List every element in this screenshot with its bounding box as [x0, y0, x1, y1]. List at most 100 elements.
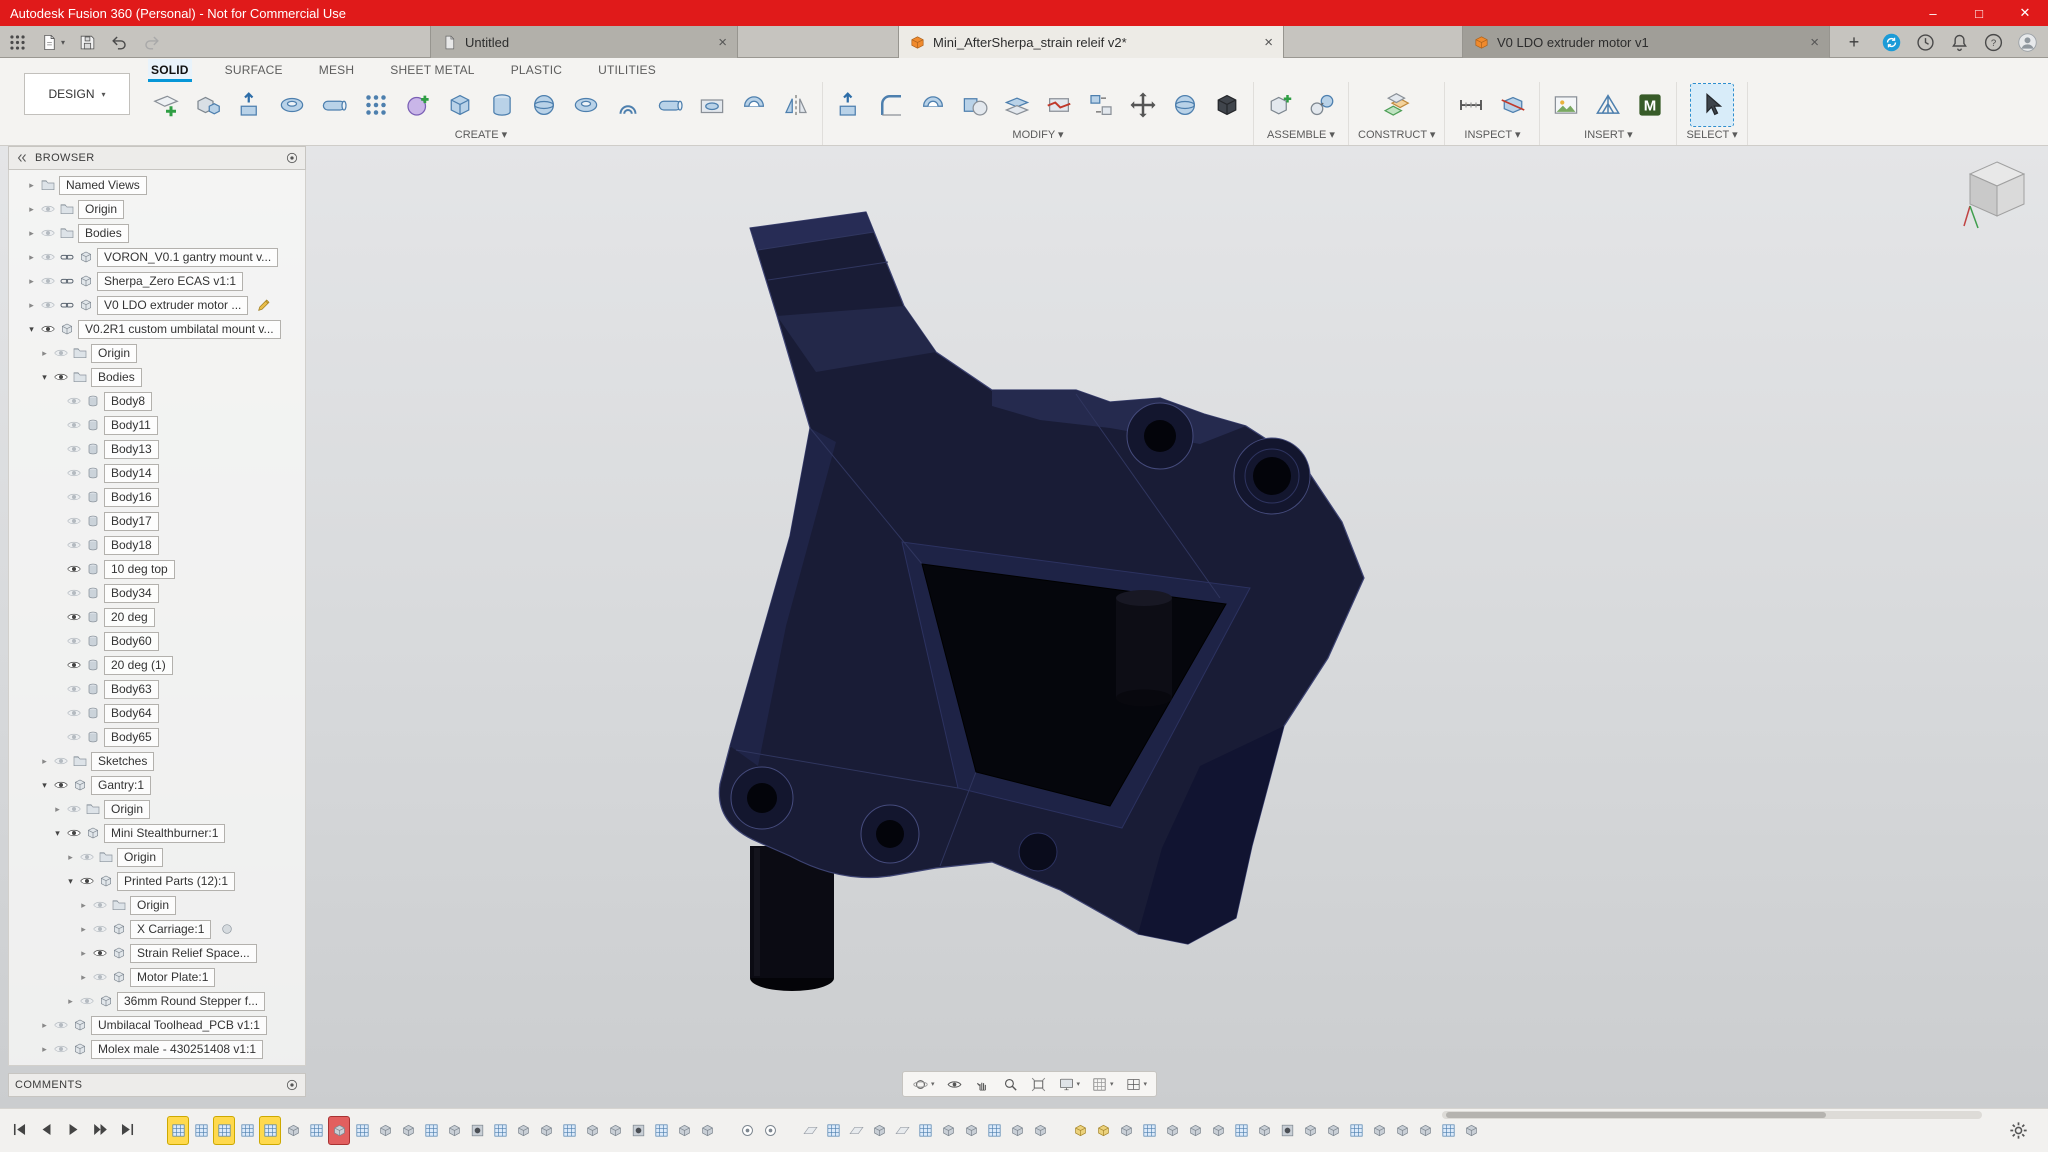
- timeline-feature-sketch[interactable]: [168, 1117, 188, 1144]
- visibility-toggle[interactable]: [53, 753, 69, 769]
- visibility-toggle[interactable]: [66, 585, 82, 601]
- canvas-tool[interactable]: [1545, 84, 1587, 126]
- browser-row[interactable]: ▾Gantry:1: [9, 773, 305, 797]
- timeline-feature-feature[interactable]: [536, 1117, 556, 1144]
- timeline-feature-plane[interactable]: [800, 1117, 820, 1144]
- expand-toggle[interactable]: ▸: [26, 204, 37, 215]
- minimize-button[interactable]: –: [1910, 0, 1956, 26]
- browser-row[interactable]: ▾Bodies: [9, 365, 305, 389]
- timeline-feature-feature[interactable]: [1208, 1117, 1228, 1144]
- expand-toggle[interactable]: ▾: [52, 828, 63, 839]
- visibility-toggle[interactable]: [53, 1017, 69, 1033]
- group-dropdown-create[interactable]: CREATE ▾: [145, 127, 817, 145]
- timeline-feature-sketch[interactable]: [352, 1117, 372, 1144]
- timeline-feature-feature[interactable]: [697, 1117, 717, 1144]
- timeline-feature-sketch[interactable]: [915, 1117, 935, 1144]
- box-tool[interactable]: [439, 84, 481, 126]
- timeline-feature-hole[interactable]: [1277, 1117, 1297, 1144]
- timeline-feature-feature[interactable]: [283, 1117, 303, 1144]
- redo-button[interactable]: [142, 33, 161, 52]
- browser-row[interactable]: Body18: [9, 533, 305, 557]
- timeline-feature-feature[interactable]: [444, 1117, 464, 1144]
- browser-row[interactable]: ▸36mm Round Stepper f...: [9, 989, 305, 1013]
- select-tool[interactable]: [1691, 84, 1733, 126]
- timeline-feature-sketch[interactable]: [984, 1117, 1004, 1144]
- combine-tool[interactable]: [954, 84, 996, 126]
- visibility-toggle[interactable]: [66, 681, 82, 697]
- document-tab[interactable]: V0 LDO extruder motor v1×: [1462, 26, 1830, 58]
- visibility-toggle[interactable]: [66, 705, 82, 721]
- visibility-toggle[interactable]: [92, 921, 108, 937]
- browser-row[interactable]: Body64: [9, 701, 305, 725]
- tab-close-button[interactable]: ×: [712, 34, 727, 51]
- expand-toggle[interactable]: ▸: [65, 996, 76, 1007]
- visibility-toggle[interactable]: [66, 825, 82, 841]
- visibility-toggle[interactable]: [66, 801, 82, 817]
- grid-and-snaps-button[interactable]: ▾: [1087, 1072, 1118, 1096]
- shell-tool[interactable]: [912, 84, 954, 126]
- expand-toggle[interactable]: ▸: [78, 972, 89, 983]
- expand-toggle[interactable]: ▸: [26, 276, 37, 287]
- create-sketch-tool[interactable]: [145, 84, 187, 126]
- browser-row[interactable]: Body16: [9, 485, 305, 509]
- mirror-tool[interactable]: [775, 84, 817, 126]
- timeline-feature-comp[interactable]: [1093, 1117, 1113, 1144]
- timeline-feature-feature[interactable]: [1162, 1117, 1182, 1144]
- cylinder-tool[interactable]: [481, 84, 523, 126]
- help-button[interactable]: ?: [1983, 32, 2004, 53]
- browser-row[interactable]: Body63: [9, 677, 305, 701]
- timeline-scrollbar-track[interactable]: [1442, 1111, 1982, 1119]
- expand-toggle[interactable]: ▸: [26, 180, 37, 191]
- create-form-tool[interactable]: [397, 84, 439, 126]
- visibility-toggle[interactable]: [40, 249, 56, 265]
- model-3d[interactable]: [640, 206, 1370, 1006]
- pipe-tool[interactable]: [649, 84, 691, 126]
- visibility-toggle[interactable]: [66, 441, 82, 457]
- browser-row[interactable]: ▸Origin: [9, 341, 305, 365]
- tab-close-button[interactable]: ×: [1804, 34, 1819, 51]
- torus-tool[interactable]: [565, 84, 607, 126]
- browser-row[interactable]: ▾Mini Stealthburner:1: [9, 821, 305, 845]
- browser-row[interactable]: Body60: [9, 629, 305, 653]
- timeline-feature-joint[interactable]: [737, 1117, 757, 1144]
- expand-toggle[interactable]: ▸: [26, 228, 37, 239]
- expand-toggle[interactable]: ▸: [39, 1044, 50, 1055]
- align-tool[interactable]: [1080, 84, 1122, 126]
- timeline-feature-feature[interactable]: [513, 1117, 533, 1144]
- visibility-toggle[interactable]: [92, 945, 108, 961]
- browser-row[interactable]: ▸Origin: [9, 197, 305, 221]
- timeline-feature-feature[interactable]: [1369, 1117, 1389, 1144]
- app-launcher-button[interactable]: [8, 33, 27, 52]
- browser-row[interactable]: ▸Umbilacal Toolhead_PCB v1:1: [9, 1013, 305, 1037]
- workspace-selector[interactable]: DESIGN ▾: [24, 73, 130, 115]
- physical-material-tool[interactable]: [1164, 84, 1206, 126]
- visibility-toggle[interactable]: [92, 897, 108, 913]
- visibility-toggle[interactable]: [66, 729, 82, 745]
- expand-toggle[interactable]: ▸: [39, 756, 50, 767]
- ribbon-tab-mesh[interactable]: MESH: [316, 59, 357, 82]
- browser-row[interactable]: 20 deg (1): [9, 653, 305, 677]
- go-to-end-button[interactable]: [118, 1120, 137, 1139]
- browser-row[interactable]: ▸X Carriage:1: [9, 917, 305, 941]
- document-tab[interactable]: Untitled×: [430, 26, 738, 58]
- timeline-feature-comp[interactable]: [1070, 1117, 1090, 1144]
- move-copy-tool[interactable]: [1122, 84, 1164, 126]
- expand-toggle[interactable]: ▾: [26, 324, 37, 335]
- browser-row[interactable]: Body13: [9, 437, 305, 461]
- timeline-feature-feature[interactable]: [1254, 1117, 1274, 1144]
- offset-face-tool[interactable]: [996, 84, 1038, 126]
- visibility-toggle[interactable]: [40, 225, 56, 241]
- fit-button[interactable]: [1026, 1072, 1051, 1096]
- timeline-feature-feature[interactable]: [1415, 1117, 1435, 1144]
- step-forward-button[interactable]: [91, 1120, 110, 1139]
- viewcube[interactable]: [1960, 152, 2034, 236]
- visibility-toggle[interactable]: [92, 969, 108, 985]
- timeline-settings-gear-icon[interactable]: [2007, 1119, 2030, 1142]
- timeline-feature-feature[interactable]: [869, 1117, 889, 1144]
- timeline-feature-sketch[interactable]: [421, 1117, 441, 1144]
- browser-row[interactable]: Body17: [9, 509, 305, 533]
- job-status-button[interactable]: [1881, 32, 1902, 53]
- timeline-feature-feature[interactable]: [674, 1117, 694, 1144]
- browser-row[interactable]: Body65: [9, 725, 305, 749]
- viewports-button[interactable]: ▾: [1121, 1072, 1152, 1096]
